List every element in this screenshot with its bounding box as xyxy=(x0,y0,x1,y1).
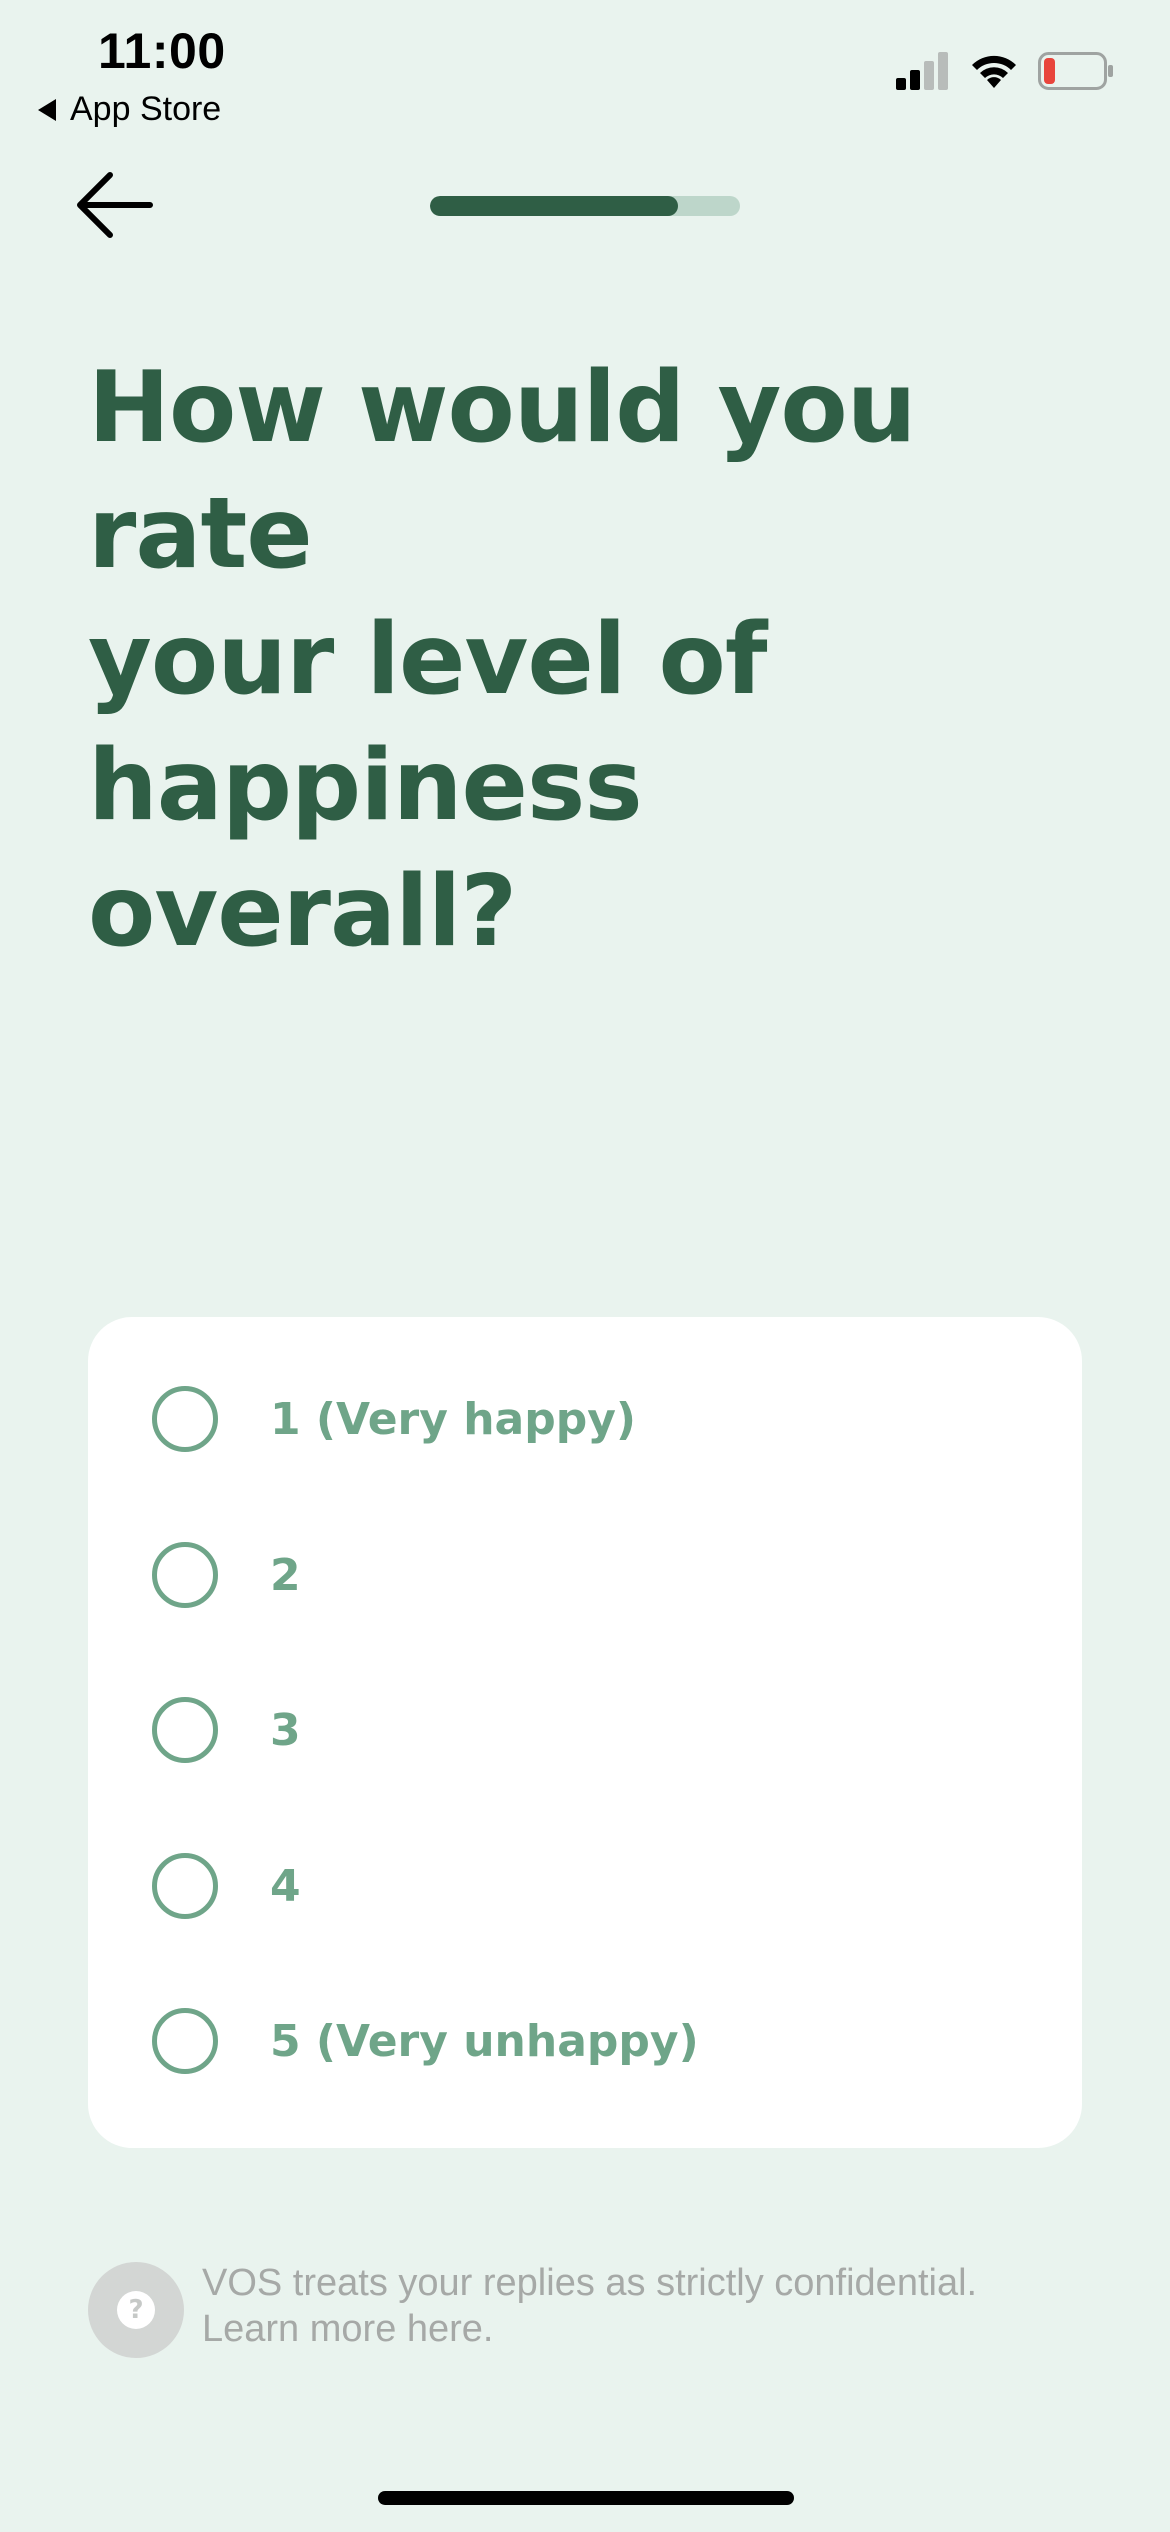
question-line-1: How would you rate xyxy=(88,351,916,591)
option-4[interactable]: 4 xyxy=(152,1836,301,1936)
question-line-3: happiness overall? xyxy=(88,729,643,969)
status-time: 11:00 xyxy=(98,23,226,79)
radio-button-2[interactable] xyxy=(152,1542,218,1608)
back-to-app-store[interactable]: App Store xyxy=(38,90,221,129)
progress-bar xyxy=(430,196,740,216)
option-label-1: 1 (Very happy) xyxy=(270,1393,637,1445)
question-line-2: your level of xyxy=(88,603,768,717)
question-icon: ? xyxy=(117,2291,155,2329)
radio-button-5[interactable] xyxy=(152,2008,218,2074)
option-2[interactable]: 2 xyxy=(152,1525,301,1625)
battery-icon xyxy=(1038,52,1113,90)
wifi-icon xyxy=(972,55,1016,88)
radio-button-1[interactable] xyxy=(152,1386,218,1452)
home-indicator xyxy=(378,2491,794,2505)
radio-button-4[interactable] xyxy=(152,1853,218,1919)
confidentiality-text: VOS treats your replies as strictly conf… xyxy=(202,2262,978,2304)
options-card: 1 (Very happy) 2 3 4 5 (Very unhappy) xyxy=(88,1317,1082,2148)
confidentiality-note: VOS treats your replies as strictly conf… xyxy=(202,2260,1102,2352)
status-icons xyxy=(896,52,1114,90)
cellular-signal-icon xyxy=(896,52,948,90)
option-label-3: 3 xyxy=(270,1704,301,1756)
option-label-2: 2 xyxy=(270,1549,301,1601)
back-arrow-icon[interactable] xyxy=(70,170,160,240)
option-label-4: 4 xyxy=(270,1860,301,1912)
back-triangle-icon xyxy=(38,98,56,121)
option-5[interactable]: 5 (Very unhappy) xyxy=(152,1991,699,2091)
learn-more-link[interactable]: Learn more here. xyxy=(202,2306,1102,2352)
question-title: How would you rate your level of happine… xyxy=(88,345,1088,975)
option-label-5: 5 (Very unhappy) xyxy=(270,2015,699,2067)
option-1[interactable]: 1 (Very happy) xyxy=(152,1369,636,1469)
option-3[interactable]: 3 xyxy=(152,1680,301,1780)
help-button[interactable]: ? xyxy=(88,2262,184,2358)
radio-button-3[interactable] xyxy=(152,1697,218,1763)
progress-bar-fill xyxy=(430,196,678,216)
back-app-label: App Store xyxy=(70,90,222,128)
